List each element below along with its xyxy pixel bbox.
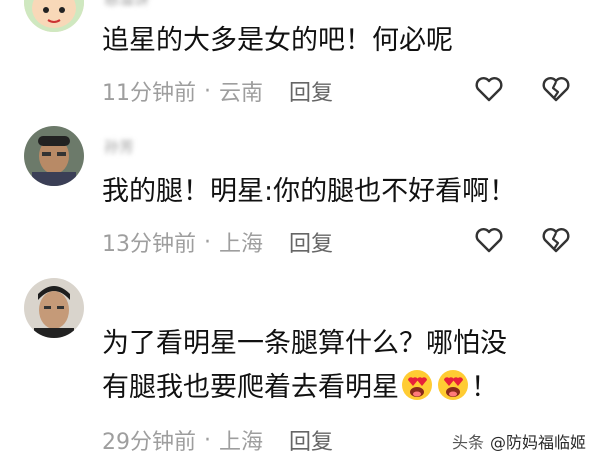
person-photo-icon [24, 278, 84, 338]
comment-text-segment: 有腿我也要爬着去看明星 [102, 372, 399, 403]
comment-text: 为了看明星一条腿算什么？哪怕没 有腿我也要爬着去看明星 ！ [102, 322, 582, 410]
comment-text-line: 为了看明星一条腿算什么？哪怕没 [102, 328, 507, 359]
separator: · [204, 78, 211, 104]
location: 上海 [219, 430, 264, 455]
watermark: 头条 @防妈福临姬 [452, 429, 586, 453]
comment-meta: 13分钟前 · 上海 回复 [102, 226, 333, 258]
separator: · [204, 229, 211, 255]
comment-text: 追星的大多是女的吧！何必呢 [102, 25, 453, 56]
avatar[interactable] [24, 278, 84, 338]
comment-text-segment: ！ [471, 372, 498, 403]
heart-eyes-emoji [402, 370, 432, 400]
location: 上海 [219, 232, 264, 257]
cartoon-face-icon [24, 0, 84, 32]
watermark-prefix: 头条 [451, 433, 484, 452]
username[interactable]: 孙芳 [104, 136, 134, 157]
heart-outline-icon[interactable] [474, 225, 504, 255]
comment-text-line: 有腿我也要爬着去看明星 ！ [102, 366, 582, 410]
avatar[interactable] [24, 126, 84, 186]
username[interactable]: 慈溢饼 [104, 0, 149, 9]
comment-meta: 11分钟前 · 云南 回复 [102, 75, 333, 107]
watermark-name: @防妈福临姬 [489, 433, 586, 452]
heart-outline-icon[interactable] [474, 74, 504, 104]
broken-heart-icon[interactable] [541, 225, 571, 255]
timestamp: 11分钟前 [102, 81, 196, 106]
comment-meta: 29分钟前 · 上海 回复 [102, 424, 333, 456]
separator: · [204, 427, 211, 453]
reply-button[interactable]: 回复 [289, 75, 333, 107]
person-photo-icon [24, 126, 84, 186]
comment-text: 我的腿！明星:你的腿也不好看啊！ [102, 176, 517, 207]
reply-button[interactable]: 回复 [289, 226, 333, 258]
heart-eyes-emoji [438, 370, 468, 400]
timestamp: 13分钟前 [102, 232, 196, 257]
broken-heart-icon[interactable] [541, 74, 571, 104]
reply-button[interactable]: 回复 [289, 424, 333, 456]
location: 云南 [219, 81, 264, 106]
avatar[interactable] [24, 0, 84, 32]
timestamp: 29分钟前 [102, 430, 196, 455]
